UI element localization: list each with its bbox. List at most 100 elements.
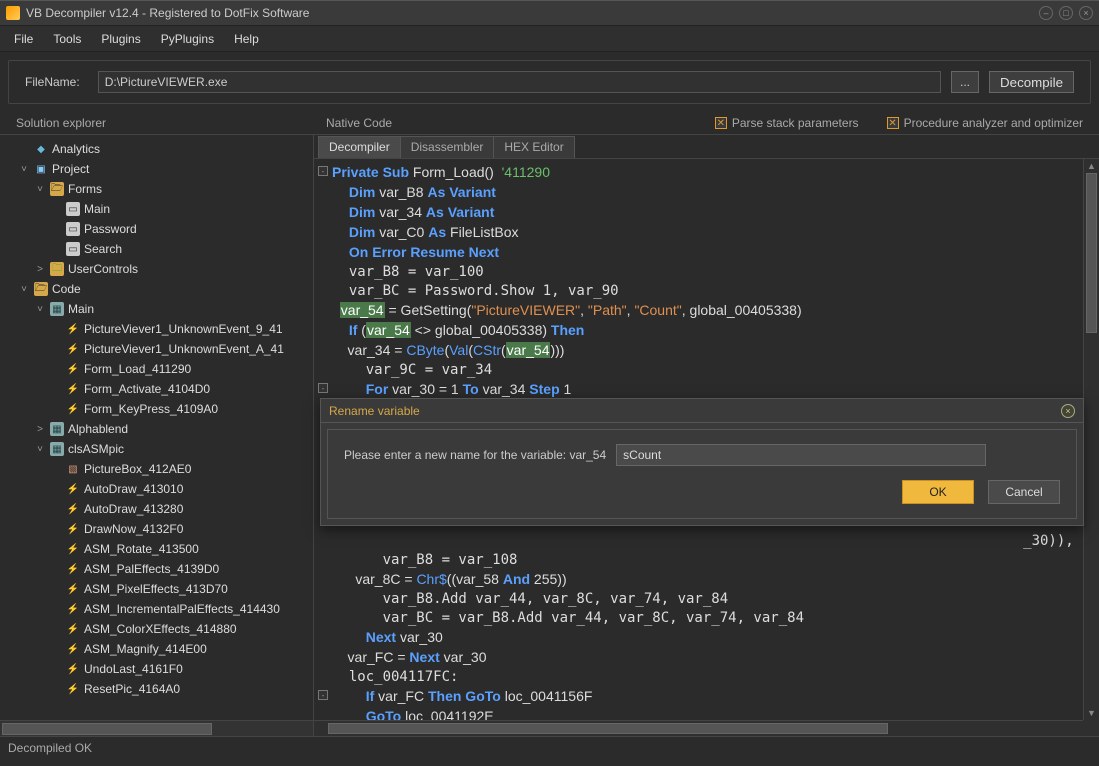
dialog-title: Rename variable bbox=[329, 404, 1061, 418]
tree-label: ASM_Rotate_413500 bbox=[84, 542, 199, 556]
tree-label: Search bbox=[84, 242, 122, 256]
tree-item[interactable]: ˅▣Project bbox=[0, 159, 313, 179]
tree-item[interactable]: >🗀UserControls bbox=[0, 259, 313, 279]
tree-label: UserControls bbox=[68, 262, 138, 276]
tree-label: Main bbox=[84, 202, 110, 216]
toolbar: FileName: ... Decompile bbox=[8, 60, 1091, 104]
tree-item[interactable]: ⚡Form_Load_411290 bbox=[0, 359, 313, 379]
fold-icon[interactable]: - bbox=[318, 690, 328, 700]
dialog-titlebar[interactable]: Rename variable × bbox=[321, 399, 1083, 423]
tree-label: clsASMpic bbox=[68, 442, 124, 456]
sidebar-hscroll[interactable] bbox=[0, 720, 313, 736]
menubar: File Tools Plugins PyPlugins Help bbox=[0, 26, 1099, 52]
tree-label: Analytics bbox=[52, 142, 100, 156]
optimizer-label: Procedure analyzer and optimizer bbox=[904, 116, 1083, 130]
code-hscroll[interactable] bbox=[314, 720, 1083, 736]
dialog-prompt: Please enter a new name for the variable… bbox=[344, 448, 606, 462]
tree-item[interactable]: ⚡AutoDraw_413010 bbox=[0, 479, 313, 499]
fold-icon[interactable]: - bbox=[318, 383, 328, 393]
tree-item[interactable]: ˅🗁Forms bbox=[0, 179, 313, 199]
menu-plugins[interactable]: Plugins bbox=[91, 28, 150, 50]
dialog-close-button[interactable]: × bbox=[1061, 404, 1075, 418]
tree-item[interactable]: ⚡ASM_PalEffects_4139D0 bbox=[0, 559, 313, 579]
tree-item[interactable]: ⚡ASM_ColorXEffects_414880 bbox=[0, 619, 313, 639]
expand-icon[interactable]: ˅ bbox=[34, 444, 46, 455]
tree-label: PictureBox_412AE0 bbox=[84, 462, 191, 476]
tree-label: Forms bbox=[68, 182, 102, 196]
tree-item[interactable]: >▦Alphablend bbox=[0, 419, 313, 439]
tree-item[interactable]: ⚡PictureViever1_UnknownEvent_9_41 bbox=[0, 319, 313, 339]
menu-file[interactable]: File bbox=[4, 28, 43, 50]
tree-item[interactable]: ⚡AutoDraw_413280 bbox=[0, 499, 313, 519]
filename-input[interactable] bbox=[98, 71, 941, 93]
tab-decompiler[interactable]: Decompiler bbox=[318, 136, 401, 158]
tree-item[interactable]: ˅▦Main bbox=[0, 299, 313, 319]
scrollbar-thumb[interactable] bbox=[328, 723, 888, 734]
tree-label: ASM_PixelEffects_413D70 bbox=[84, 582, 228, 596]
titlebar: VB Decompiler v12.4 - Registered to DotF… bbox=[0, 0, 1099, 26]
minimize-button[interactable]: – bbox=[1039, 6, 1053, 20]
code-vscroll[interactable]: ▲ ▼ bbox=[1083, 159, 1099, 720]
tree-item[interactable]: ⚡Form_Activate_4104D0 bbox=[0, 379, 313, 399]
decompile-button[interactable]: Decompile bbox=[989, 71, 1074, 93]
tree-item[interactable]: ˅🗁Code bbox=[0, 279, 313, 299]
expand-icon[interactable]: ˅ bbox=[18, 164, 30, 175]
tree-item[interactable]: ⚡PictureViever1_UnknownEvent_A_41 bbox=[0, 339, 313, 359]
tree-label: PictureViever1_UnknownEvent_A_41 bbox=[84, 342, 284, 356]
status-text: Decompiled OK bbox=[8, 741, 92, 755]
tree-item[interactable]: ˅▦clsASMpic bbox=[0, 439, 313, 459]
filename-label: FileName: bbox=[25, 75, 80, 89]
tree-item[interactable]: ⚡ASM_IncrementalPalEffects_414430 bbox=[0, 599, 313, 619]
expand-icon[interactable]: > bbox=[34, 424, 46, 435]
expand-icon[interactable]: > bbox=[34, 264, 46, 275]
solution-explorer: ◆Analytics˅▣Project˅🗁Forms▭Main▭Password… bbox=[0, 135, 314, 736]
tree-label: Alphablend bbox=[68, 422, 128, 436]
statusbar: Decompiled OK bbox=[0, 736, 1099, 758]
menu-pyplugins[interactable]: PyPlugins bbox=[151, 28, 224, 50]
scroll-down-icon[interactable]: ▼ bbox=[1084, 706, 1099, 720]
tree-item[interactable]: ⚡ASM_Rotate_413500 bbox=[0, 539, 313, 559]
native-code-label: Native Code bbox=[316, 116, 715, 130]
scrollbar-thumb[interactable] bbox=[2, 723, 212, 735]
expand-icon[interactable]: ˅ bbox=[34, 184, 46, 195]
menu-tools[interactable]: Tools bbox=[43, 28, 91, 50]
parse-stack-check[interactable]: ✕ Parse stack parameters bbox=[715, 116, 859, 130]
tree-label: Form_Load_411290 bbox=[84, 362, 191, 376]
tree-label: UndoLast_4161F0 bbox=[84, 662, 183, 676]
cancel-button[interactable]: Cancel bbox=[988, 480, 1060, 504]
tree-item[interactable]: ⚡DrawNow_4132F0 bbox=[0, 519, 313, 539]
tab-disassembler[interactable]: Disassembler bbox=[400, 136, 495, 158]
scroll-corner bbox=[1083, 720, 1099, 736]
maximize-button[interactable]: □ bbox=[1059, 6, 1073, 20]
optimizer-check[interactable]: ✕ Procedure analyzer and optimizer bbox=[887, 116, 1083, 130]
expand-icon[interactable]: ˅ bbox=[18, 284, 30, 295]
scrollbar-thumb[interactable] bbox=[1086, 173, 1097, 333]
tree-item[interactable]: ⚡ASM_Magnify_414E00 bbox=[0, 639, 313, 659]
menu-help[interactable]: Help bbox=[224, 28, 269, 50]
tree-label: Password bbox=[84, 222, 137, 236]
tree-item[interactable]: ▭Password bbox=[0, 219, 313, 239]
tree-item[interactable]: ▧PictureBox_412AE0 bbox=[0, 459, 313, 479]
tree-item[interactable]: ▭Search bbox=[0, 239, 313, 259]
tree-item[interactable]: ⚡ASM_PixelEffects_413D70 bbox=[0, 579, 313, 599]
tab-hex-editor[interactable]: HEX Editor bbox=[493, 136, 574, 158]
tree-item[interactable]: ▭Main bbox=[0, 199, 313, 219]
tree-label: DrawNow_4132F0 bbox=[84, 522, 183, 536]
ok-button[interactable]: OK bbox=[902, 480, 974, 504]
rename-input[interactable] bbox=[616, 444, 986, 466]
tree-label: Form_Activate_4104D0 bbox=[84, 382, 210, 396]
tree-item[interactable]: ⚡ResetPic_4164A0 bbox=[0, 679, 313, 699]
tree-item[interactable]: ◆Analytics bbox=[0, 139, 313, 159]
checkbox-icon: ✕ bbox=[887, 117, 899, 129]
scroll-up-icon[interactable]: ▲ bbox=[1084, 159, 1099, 173]
close-button[interactable]: × bbox=[1079, 6, 1093, 20]
expand-icon[interactable]: ˅ bbox=[34, 304, 46, 315]
tree-label: Project bbox=[52, 162, 89, 176]
browse-button[interactable]: ... bbox=[951, 71, 979, 93]
tree-item[interactable]: ⚡UndoLast_4161F0 bbox=[0, 659, 313, 679]
tree-label: Form_KeyPress_4109A0 bbox=[84, 402, 218, 416]
tree-item[interactable]: ⚡Form_KeyPress_4109A0 bbox=[0, 399, 313, 419]
tree[interactable]: ◆Analytics˅▣Project˅🗁Forms▭Main▭Password… bbox=[0, 135, 313, 720]
parse-stack-label: Parse stack parameters bbox=[732, 116, 859, 130]
fold-icon[interactable]: - bbox=[318, 166, 328, 176]
